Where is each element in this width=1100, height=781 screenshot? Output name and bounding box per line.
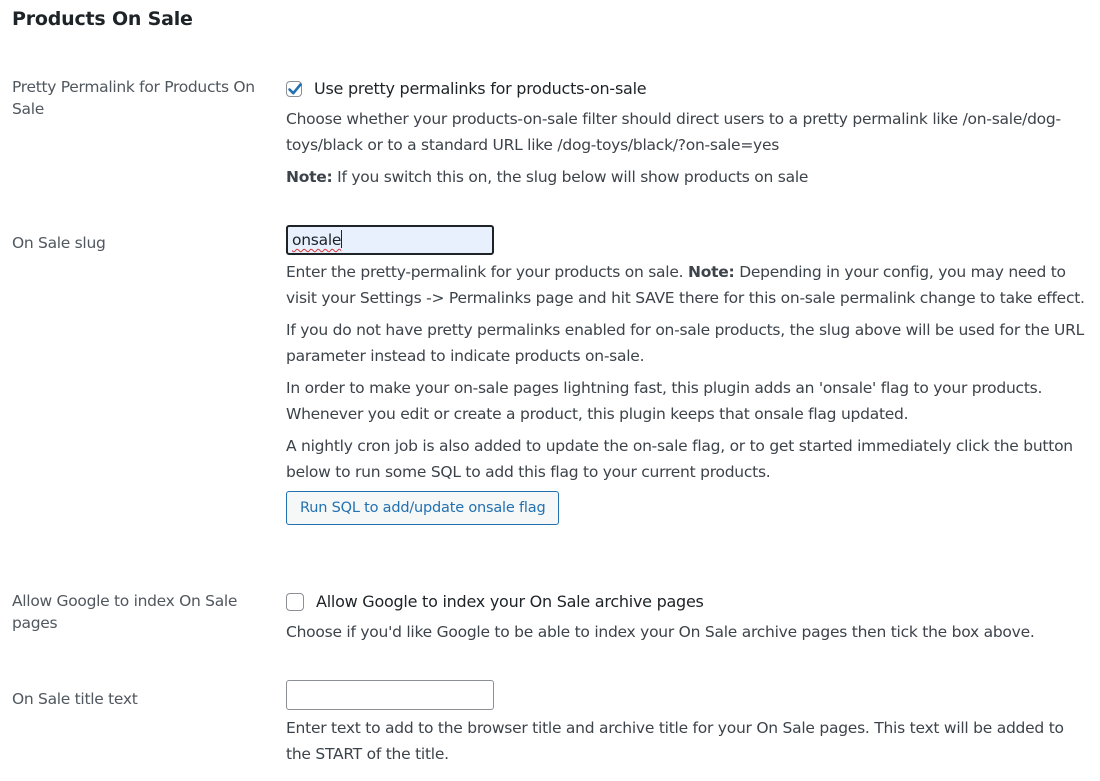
slug-cron-description: A nightly cron job is also added to upda… — [286, 437, 1073, 481]
google-index-checkbox-row[interactable]: Allow Google to index your On Sale archi… — [286, 589, 1086, 615]
slug-description: Enter the pretty-permalink for your prod… — [286, 259, 1086, 311]
title-text-field: Enter text to add to the browser title a… — [286, 680, 1086, 773]
google-index-label: Allow Google to index On Sale pages — [12, 592, 238, 632]
pretty-permalink-note: Note: If you switch this on, the slug be… — [286, 164, 1086, 190]
pretty-permalink-label: Pretty Permalink for Products On Sale — [12, 78, 255, 118]
slug-input[interactable]: onsale — [286, 225, 494, 255]
title-text-label: On Sale title text — [12, 690, 138, 708]
slug-field: onsale Enter the pretty-permalink for yo… — [286, 225, 1086, 525]
check-icon — [288, 83, 302, 95]
google-index-checkbox-label[interactable]: Allow Google to index your On Sale archi… — [316, 589, 704, 615]
pretty-permalink-checkbox-row[interactable]: Use pretty permalinks for products-on-sa… — [286, 76, 1086, 102]
title-text-input[interactable] — [286, 680, 494, 710]
slug-input-value: onsale — [292, 231, 342, 249]
google-index-checkbox[interactable] — [286, 593, 304, 611]
run-sql-button[interactable]: Run SQL to add/update onsale flag — [286, 491, 560, 525]
pretty-permalink-description: Choose whether your products-on-sale fil… — [286, 110, 1061, 154]
google-index-description: Choose if you'd like Google to be able t… — [286, 623, 1035, 641]
slug-onsale-flag-description: In order to make your on-sale pages ligh… — [286, 379, 1043, 423]
pretty-permalink-checkbox[interactable] — [286, 81, 302, 97]
text-caret — [341, 230, 343, 248]
pretty-permalink-field: Use pretty permalinks for products-on-sa… — [286, 76, 1086, 196]
slug-note-label: Note: — [688, 263, 735, 281]
pretty-permalink-checkbox-label[interactable]: Use pretty permalinks for products-on-sa… — [314, 76, 647, 102]
section-title: Products On Sale — [12, 8, 193, 30]
google-index-field: Allow Google to index your On Sale archi… — [286, 589, 1086, 651]
slug-label: On Sale slug — [12, 234, 106, 252]
note-text: If you switch this on, the slug below wi… — [332, 168, 809, 186]
slug-url-parameter-description: If you do not have pretty permalinks ena… — [286, 321, 1085, 365]
title-text-description: Enter text to add to the browser title a… — [286, 719, 1064, 763]
note-label: Note: — [286, 168, 333, 186]
slug-desc-text: Enter the pretty-permalink for your prod… — [286, 263, 689, 281]
